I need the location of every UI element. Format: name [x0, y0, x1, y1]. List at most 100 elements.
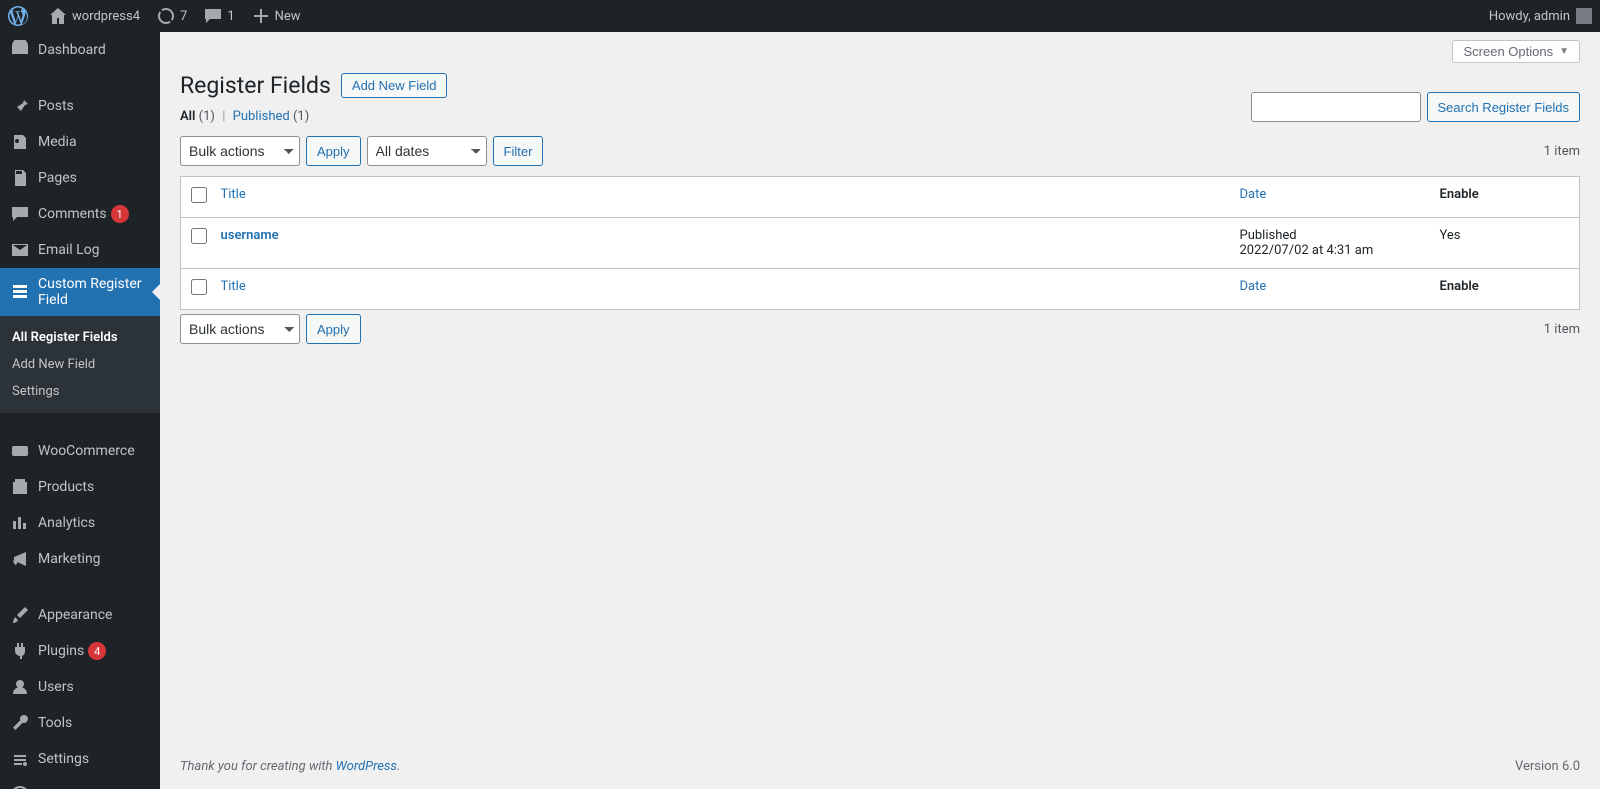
new-label: New: [275, 9, 301, 24]
row-title-link[interactable]: username: [221, 228, 279, 243]
woo-icon: [10, 441, 30, 461]
filter-all[interactable]: All: [180, 109, 195, 124]
footer-thankyou: Thank you for creating with WordPress.: [180, 759, 400, 774]
pages-icon: [10, 168, 30, 188]
comments-link[interactable]: 1: [195, 0, 242, 32]
comment-icon: [203, 6, 223, 26]
my-account-link[interactable]: Howdy, admin: [1481, 0, 1600, 32]
admin-footer: Thank you for creating with WordPress. V…: [160, 738, 1600, 789]
menu-appearance[interactable]: Appearance: [0, 597, 160, 633]
menu-products[interactable]: Products: [0, 469, 160, 505]
footer-version: Version 6.0: [1515, 759, 1580, 774]
bulk-actions-select-top[interactable]: Bulk actions: [180, 136, 300, 166]
row-select[interactable]: [191, 228, 207, 244]
col-enable: Enable: [1430, 177, 1580, 218]
tablenav-actions-top: Bulk actions Apply All dates Filter: [180, 136, 543, 166]
dashboard-icon: [10, 40, 30, 60]
plugins-badge: 4: [88, 642, 106, 660]
site-name: wordpress4: [72, 9, 140, 24]
menu-settings[interactable]: Settings: [0, 741, 160, 777]
menu-marketing[interactable]: Marketing: [0, 541, 160, 577]
submenu-add-field[interactable]: Add New Field: [0, 351, 160, 378]
apply-button-bottom[interactable]: Apply: [306, 314, 361, 344]
menu-media[interactable]: Media: [0, 124, 160, 160]
select-all-bottom[interactable]: [191, 279, 207, 295]
wp-logo[interactable]: [0, 0, 40, 32]
media-icon: [10, 132, 30, 152]
collapse-menu[interactable]: Collapse menu: [0, 777, 160, 789]
page-title: Register Fields: [180, 72, 331, 99]
apply-button-top[interactable]: Apply: [306, 136, 361, 166]
menu-comments[interactable]: Comments 1: [0, 196, 160, 232]
col-date-sort[interactable]: Date: [1240, 187, 1267, 202]
bulk-actions-select-bottom[interactable]: Bulk actions: [180, 314, 300, 344]
avatar: [1576, 8, 1592, 24]
users-icon: [10, 677, 30, 697]
plug-icon: [10, 641, 30, 661]
settings-icon: [10, 749, 30, 769]
new-content-link[interactable]: New: [243, 0, 309, 32]
form-icon: [10, 282, 30, 302]
filter-published-count: (1): [293, 109, 309, 124]
menu-tools[interactable]: Tools: [0, 705, 160, 741]
megaphone-icon: [10, 549, 30, 569]
submenu-crf: All Register Fields Add New Field Settin…: [0, 316, 160, 413]
menu-analytics[interactable]: Analytics: [0, 505, 160, 541]
analytics-icon: [10, 513, 30, 533]
tablenav-bottom: Bulk actions Apply 1 item: [180, 310, 1580, 348]
wordpress-icon: [8, 6, 28, 26]
screen-options-bar: Screen Options: [180, 32, 1580, 63]
wordpress-link[interactable]: WordPress: [336, 759, 397, 774]
menu-woocommerce[interactable]: WooCommerce: [0, 433, 160, 469]
admin-toolbar: wordpress4 7 1 New Howdy, admin: [0, 0, 1600, 32]
menu-posts[interactable]: Posts: [0, 88, 160, 124]
date-filter-select[interactable]: All dates: [367, 136, 487, 166]
filter-all-count: (1): [199, 109, 215, 124]
content-wrap: Screen Options Register Fields Add New F…: [160, 32, 1600, 789]
comments-badge: 1: [111, 205, 129, 223]
toolbar-right: Howdy, admin: [1481, 0, 1600, 32]
comment-icon: [10, 204, 30, 224]
fields-table: Title Date Enable username Published 202…: [180, 176, 1580, 310]
menu-custom-register-field[interactable]: Custom Register Field: [0, 268, 160, 316]
pin-icon: [10, 96, 30, 116]
submenu-all-fields[interactable]: All Register Fields: [0, 324, 160, 351]
item-count-bottom: 1 item: [1544, 322, 1580, 337]
mail-icon: [10, 240, 30, 260]
home-icon: [48, 6, 68, 26]
updates-link[interactable]: 7: [148, 0, 195, 32]
submenu-settings[interactable]: Settings: [0, 378, 160, 405]
menu-pages[interactable]: Pages: [0, 160, 160, 196]
screen-options-toggle[interactable]: Screen Options: [1452, 40, 1580, 63]
table-row: username Published 2022/07/02 at 4:31 am…: [181, 218, 1580, 269]
tablenav-actions-bottom: Bulk actions Apply: [180, 314, 361, 344]
comments-count: 1: [227, 9, 234, 24]
update-icon: [156, 6, 176, 26]
brush-icon: [10, 605, 30, 625]
item-count-top: 1 item: [1544, 144, 1580, 159]
menu-users[interactable]: Users: [0, 669, 160, 705]
menu-email-log[interactable]: Email Log: [0, 232, 160, 268]
filter-published[interactable]: Published: [233, 109, 290, 124]
search-button[interactable]: Search Register Fields: [1427, 92, 1581, 122]
select-all-top[interactable]: [191, 187, 207, 203]
products-icon: [10, 477, 30, 497]
row-enable: Yes: [1430, 218, 1580, 269]
site-name-link[interactable]: wordpress4: [40, 0, 148, 32]
add-new-field-button[interactable]: Add New Field: [341, 73, 448, 98]
plus-icon: [251, 6, 271, 26]
search-input[interactable]: [1251, 92, 1421, 122]
updates-count: 7: [180, 9, 187, 24]
tablenav-top: Bulk actions Apply All dates Filter 1 it…: [180, 132, 1580, 170]
menu-plugins[interactable]: Plugins 4: [0, 633, 160, 669]
row-date: Published 2022/07/02 at 4:31 am: [1230, 218, 1430, 269]
collapse-icon: [10, 785, 30, 789]
col-title-sort-foot[interactable]: Title: [221, 279, 246, 294]
col-date-sort-foot[interactable]: Date: [1240, 279, 1267, 294]
admin-sidebar: Dashboard Posts Media Pages Comments 1 E…: [0, 32, 160, 789]
col-title-sort[interactable]: Title: [221, 187, 246, 202]
col-enable-foot: Enable: [1430, 269, 1580, 310]
filter-separator: |: [222, 109, 225, 124]
filter-button[interactable]: Filter: [493, 136, 544, 166]
menu-dashboard[interactable]: Dashboard: [0, 32, 160, 68]
